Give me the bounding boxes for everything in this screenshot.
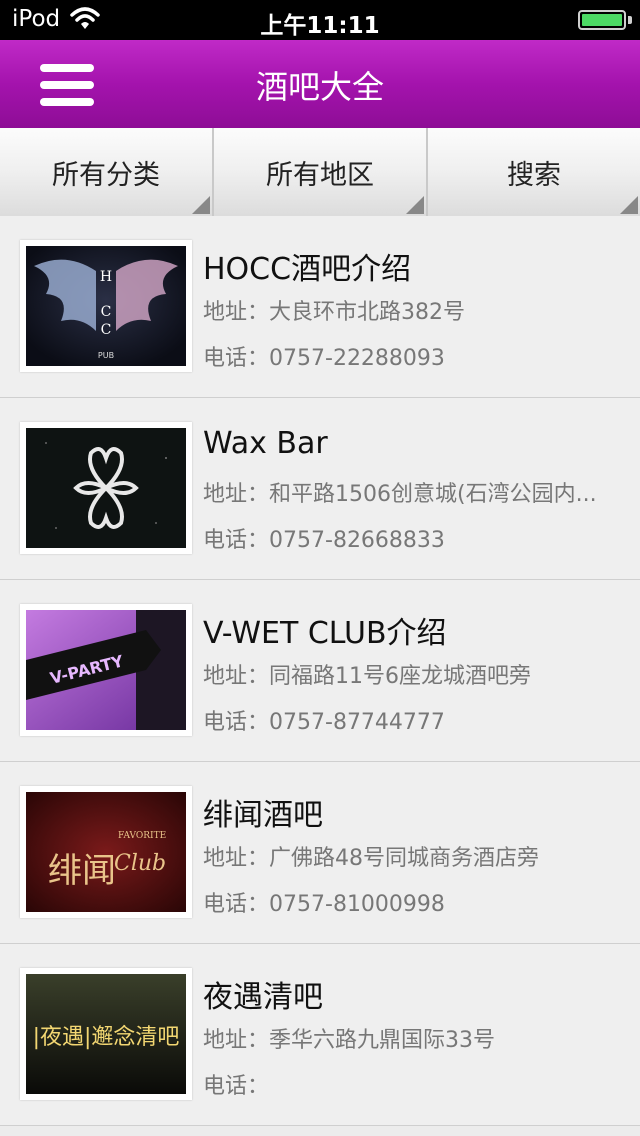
svg-text:FAVORITE: FAVORITE: [118, 831, 166, 841]
svg-text:|夜遇|邂念清吧: |夜遇|邂念清吧: [33, 1025, 180, 1050]
svg-text:H: H: [100, 269, 112, 285]
status-time: 上午11:11: [260, 13, 380, 39]
dropdown-corner-icon: [406, 196, 424, 214]
filter-search-tab[interactable]: 搜索: [428, 128, 640, 216]
status-bar: iPod 上午11:11: [0, 0, 640, 40]
filter-bar: 所有分类 所有地区 搜索: [0, 128, 640, 216]
bar-thumbnail: [20, 422, 192, 554]
vparty-sign-image: V-PARTY: [26, 610, 186, 730]
svg-text:C: C: [101, 322, 112, 338]
bar-address: 地址：大良环市北路382号: [203, 300, 466, 325]
page-title: 酒吧大全: [255, 68, 384, 106]
list-item[interactable]: H C C PUB HOCC酒吧介绍 地址：大良环市北路382号 电话：0757…: [0, 216, 640, 398]
bar-name: V-WET CLUB介绍: [203, 616, 447, 651]
bar-address: 地址：和平路1506创意城(石湾公园内...: [203, 482, 597, 507]
bar-thumbnail: FAVORITE Club 绯闻: [20, 786, 192, 918]
dropdown-corner-icon: [620, 196, 638, 214]
bar-thumbnail: V-PARTY: [20, 604, 192, 736]
bar-name: Wax Bar: [203, 426, 328, 461]
hocc-wings-image: H C C PUB: [26, 246, 186, 366]
bar-thumbnail: H C C PUB: [20, 240, 192, 372]
filter-category-label: 所有分类: [52, 159, 160, 191]
bar-phone: 电话：0757-22288093: [203, 346, 445, 371]
list-item[interactable]: |夜遇|邂念清吧 夜遇清吧 地址：季华六路九鼎国际33号 电话：: [0, 944, 640, 1126]
bar-name: HOCC酒吧介绍: [203, 252, 412, 287]
svg-text:绯闻: 绯闻: [48, 851, 116, 891]
bar-name: 绯闻酒吧: [203, 798, 323, 833]
svg-text:C: C: [101, 304, 112, 320]
filter-category-tab[interactable]: 所有分类: [0, 128, 214, 216]
bar-thumbnail: |夜遇|邂念清吧: [20, 968, 192, 1100]
bar-phone: 电话：0757-81000998: [203, 892, 445, 917]
list-item[interactable]: V-PARTY V-WET CLUB介绍 地址：同福路11号6座龙城酒吧旁 电话…: [0, 580, 640, 762]
dropdown-corner-icon: [192, 196, 210, 214]
list-item[interactable]: Wax Bar 地址：和平路1506创意城(石湾公园内... 电话：0757-8…: [0, 398, 640, 580]
filter-search-label: 搜索: [507, 159, 561, 191]
list-item[interactable]: FAVORITE Club 绯闻 绯闻酒吧 地址：广佛路48号同城商务酒店旁 电…: [0, 762, 640, 944]
bar-phone: 电话：0757-87744777: [203, 710, 445, 735]
nav-bar: 酒吧大全: [0, 40, 640, 128]
bar-name: 夜遇清吧: [203, 980, 323, 1015]
bar-phone: 电话：0757-82668833: [203, 528, 445, 553]
wax-logo-image: [26, 428, 186, 548]
svg-text:PUB: PUB: [98, 351, 114, 360]
yeyu-sign-image: |夜遇|邂念清吧: [26, 974, 186, 1094]
bar-address: 地址：季华六路九鼎国际33号: [203, 1028, 496, 1053]
favorite-club-image: FAVORITE Club 绯闻: [26, 792, 186, 912]
battery-icon: [578, 10, 626, 30]
filter-region-label: 所有地区: [266, 159, 374, 191]
filter-region-tab[interactable]: 所有地区: [214, 128, 428, 216]
bar-address: 地址：同福路11号6座龙城酒吧旁: [203, 664, 532, 689]
svg-text:Club: Club: [114, 851, 166, 876]
battery-tip: [628, 16, 632, 24]
bar-address: 地址：广佛路48号同城商务酒店旁: [203, 846, 540, 871]
bar-phone: 电话：: [203, 1074, 270, 1099]
bar-list: H C C PUB HOCC酒吧介绍 地址：大良环市北路382号 电话：0757…: [0, 216, 640, 1126]
